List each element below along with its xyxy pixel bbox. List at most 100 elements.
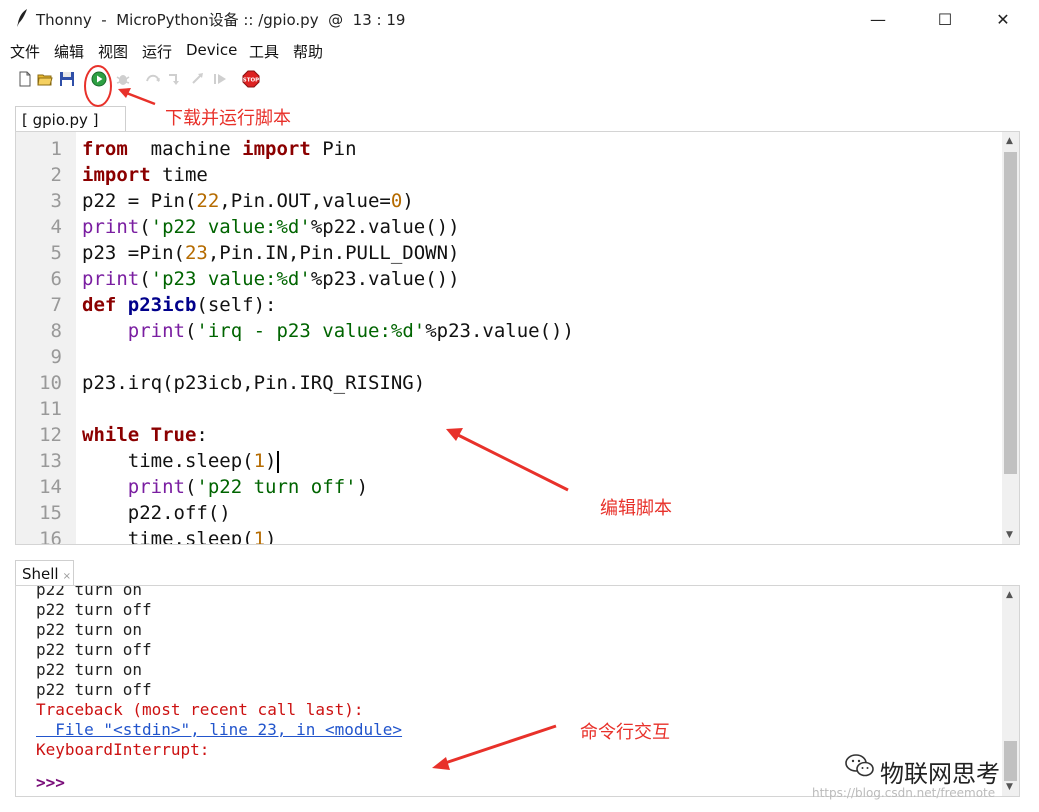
- menu-run[interactable]: 运行: [142, 41, 172, 62]
- run-icon[interactable]: [91, 71, 107, 87]
- open-folder-icon[interactable]: [37, 71, 53, 87]
- text-cursor: [276, 450, 279, 473]
- code-token: ,Pin.OUT,value=: [219, 190, 391, 212]
- save-icon[interactable]: [59, 71, 75, 87]
- watermark-url: https://blog.csdn.net/freemote: [812, 786, 996, 800]
- maximize-icon: ☐: [937, 9, 953, 29]
- step-out-icon[interactable]: [190, 71, 206, 87]
- menu-file[interactable]: 文件: [10, 41, 40, 62]
- traceback-file-link[interactable]: File "<stdin>", line 23, in <module>: [36, 720, 402, 740]
- code-line[interactable]: 1 from machine import Pin: [16, 136, 1006, 162]
- shell-line: p22 turn off: [36, 600, 152, 619]
- menu-tools[interactable]: 工具: [249, 41, 279, 62]
- code-token: :: [196, 424, 208, 446]
- code-token: import: [242, 138, 311, 160]
- minimize-button[interactable]: —: [856, 5, 900, 33]
- code-line[interactable]: 9: [16, 344, 1006, 370]
- editor-tab-bar: [ gpio.py ] *×: [0, 104, 1039, 147]
- code-token: (: [184, 476, 197, 498]
- close-button[interactable]: ✕: [981, 5, 1025, 33]
- code-token: print: [82, 268, 140, 290]
- code-line[interactable]: 4 print('p22 value:%d'%p22.value()): [16, 214, 1006, 240]
- step-over-icon[interactable]: [145, 71, 161, 87]
- code-line[interactable]: 3 p22 = Pin(22,Pin.OUT,value=0): [16, 188, 1006, 214]
- menu-device[interactable]: Device: [186, 41, 237, 59]
- code-token: ): [356, 476, 369, 498]
- minimize-icon: —: [870, 9, 886, 29]
- code-token: p22.off(): [82, 502, 231, 524]
- code-line[interactable]: 14 print('p22 turn off'): [16, 474, 1006, 500]
- code-line[interactable]: 12 while True:: [16, 422, 1006, 448]
- code-token: print: [82, 216, 140, 238]
- code-token: 23: [184, 242, 208, 264]
- shell-tab-close-icon[interactable]: ×: [63, 571, 71, 582]
- shell-line: Traceback (most recent call last):: [36, 700, 364, 719]
- tab-shell[interactable]: Shell ×: [15, 560, 74, 585]
- line-number: 15: [39, 502, 62, 524]
- code-line[interactable]: 11: [16, 396, 1006, 422]
- code-line[interactable]: 7 def p23icb(self):: [16, 292, 1006, 318]
- debug-icon[interactable]: [115, 71, 131, 87]
- code-text: from machine import Pin: [82, 136, 357, 162]
- shell-scrollbar[interactable]: ▲ ▼: [1002, 586, 1019, 796]
- shell-line: p22 turn on: [36, 620, 142, 639]
- shell-prompt[interactable]: >>>: [36, 773, 65, 793]
- code-text: time.sleep(1): [82, 526, 277, 544]
- code-line[interactable]: 6 print('p23 value:%d'%p23.value()): [16, 266, 1006, 292]
- code-token: p23 =Pin(: [82, 242, 185, 264]
- menu-bar: 文件 编辑 视图 运行 Device 工具 帮助: [0, 38, 1039, 62]
- thonny-feather-icon: [17, 9, 27, 27]
- shell-scroll-up-icon[interactable]: ▲: [1006, 590, 1013, 600]
- code-token: True: [150, 424, 197, 446]
- code-line[interactable]: 5 p23 =Pin(23,Pin.IN,Pin.PULL_DOWN): [16, 240, 1006, 266]
- resume-icon[interactable]: [212, 71, 228, 87]
- code-editor[interactable]: 1 from machine import Pin 2 import time 3 p22…: [15, 131, 1020, 545]
- code-token: (: [139, 268, 151, 290]
- new-file-icon[interactable]: [17, 71, 33, 87]
- menu-view[interactable]: 视图: [98, 41, 128, 62]
- code-token: def: [82, 294, 117, 316]
- code-line[interactable]: 13 time.sleep(1): [16, 448, 1006, 474]
- shell-scroll-thumb[interactable]: [1004, 741, 1017, 781]
- code-line[interactable]: 15 p22.off(): [16, 500, 1006, 526]
- code-line[interactable]: 10 p23.irq(p23icb,Pin.IRQ_RISING): [16, 370, 1006, 396]
- code-line[interactable]: 16 time.sleep(1): [16, 526, 1006, 544]
- code-text: print('irq - p23 value:%d'%p23.value()): [82, 318, 574, 344]
- code-token: print: [127, 320, 185, 342]
- menu-help[interactable]: 帮助: [293, 41, 323, 62]
- code-token: machine: [127, 138, 243, 160]
- stop-icon[interactable]: STOP: [242, 70, 260, 88]
- scroll-up-icon[interactable]: ▲: [1006, 136, 1013, 146]
- code-token: 22: [196, 190, 220, 212]
- code-text: p22.off(): [82, 500, 231, 526]
- code-token: from: [82, 138, 128, 160]
- line-number: 1: [50, 138, 62, 160]
- editor-scroll-thumb[interactable]: [1004, 152, 1017, 474]
- code-token: p23.irq(p23icb,Pin.IRQ_RISING): [82, 372, 426, 394]
- line-number: 6: [50, 268, 62, 290]
- code-token: while: [82, 424, 140, 446]
- scroll-down-icon[interactable]: ▼: [1006, 530, 1013, 540]
- line-number: 13: [39, 450, 62, 472]
- editor-scrollbar[interactable]: ▲ ▼: [1002, 132, 1019, 544]
- line-number: 2: [50, 164, 62, 186]
- shell-tab-bar: Shell ×: [0, 558, 1039, 585]
- shell-scroll-down-icon[interactable]: ▼: [1006, 782, 1013, 792]
- code-text: def p23icb(self):: [82, 292, 277, 318]
- code-token: 'p23 value:%d': [150, 268, 311, 290]
- tab-gpio-py[interactable]: [ gpio.py ] *×: [15, 106, 126, 147]
- code-line[interactable]: 8 print('irq - p23 value:%d'%p23.value()…: [16, 318, 1006, 344]
- line-number: 9: [50, 346, 62, 368]
- step-into-icon[interactable]: [167, 71, 183, 87]
- code-token: ): [265, 450, 277, 472]
- maximize-button[interactable]: ☐: [923, 5, 967, 33]
- shell-line: p22 turn off: [36, 640, 152, 659]
- code-token: 1: [253, 450, 266, 472]
- code-token: print: [127, 476, 185, 498]
- code-line[interactable]: 2 import time: [16, 162, 1006, 188]
- code-token: time.sleep(: [82, 450, 254, 472]
- menu-edit[interactable]: 编辑: [54, 41, 84, 62]
- code-token: %p22.value()): [310, 216, 460, 238]
